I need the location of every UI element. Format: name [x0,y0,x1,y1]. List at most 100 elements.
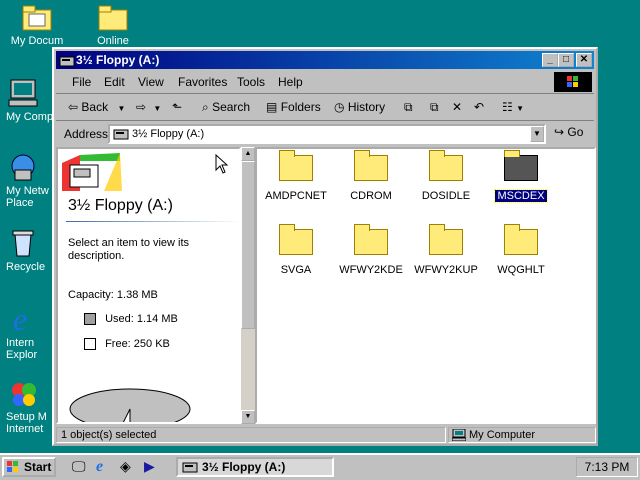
file-item[interactable]: SVGA [259,224,333,276]
views-button[interactable]: ☷ ▼ [502,97,524,117]
file-item[interactable]: WFWY2KUP [409,224,483,276]
floppy-drive-icon [113,129,129,140]
file-item-selected[interactable]: MSCDEX [484,150,558,203]
used-text: Used: 1.14 MB [105,313,178,325]
network-icon [11,154,35,181]
taskbar-button-floppy[interactable]: 3½ Floppy (A:) [176,457,334,477]
copy-to-icon: ⧉ [430,100,439,114]
used-legend: Used: 1.14 MB [84,313,178,326]
file-label: WFWY2KDE [339,264,403,276]
internet-explorer-icon: e [13,301,27,337]
address-dropdown-button[interactable]: ▼ [530,126,544,142]
folders-button[interactable]: ▤ Folders [266,97,321,117]
file-item[interactable]: WQGHLT [484,224,558,276]
start-label: Start [24,460,52,474]
views-icon: ☷ [502,100,513,114]
go-button[interactable]: ↪ Go [554,125,583,139]
move-to-button[interactable]: ⧉ [404,97,413,117]
quick-launch: 🖵 e ◈ ▶ [66,458,162,478]
file-item[interactable]: AMDPCNET [259,150,333,202]
delete-button[interactable]: ✕ [452,97,462,117]
file-item[interactable]: WFWY2KDE [334,224,408,276]
folder-icon [429,224,463,255]
file-item[interactable]: CDROM [334,150,408,202]
free-legend: Free: 250 KB [84,338,170,351]
desktop-icon-online[interactable]: Online [78,2,148,47]
clock[interactable]: 7:13 PM [585,460,630,474]
pane-heading-rule [66,221,239,222]
menu-edit[interactable]: Edit [104,75,125,89]
folder-icon [429,150,463,181]
desktop-icon-label: Setup M Internet [6,411,47,435]
scroll-down-button[interactable]: ▼ [241,410,255,424]
maximize-button[interactable]: □ [558,53,574,67]
floppy-drive-large-icon [62,153,122,191]
forward-button[interactable]: ⇨ ▼ [136,97,161,117]
desktop-icon-my-network[interactable]: My Netw Place [0,152,58,209]
undo-button[interactable]: ↶ [474,97,484,117]
file-list-pane: AMDPCNET CDROM DOSIDLE MSCDEX SVGA WFWY2… [255,147,596,424]
menu-tools[interactable]: Tools [237,75,265,89]
svg-text:e: e [13,302,27,334]
folder-icon [22,5,52,31]
desktop-icon-label: My Docum [10,35,64,47]
start-button[interactable]: Start [2,457,56,477]
search-button[interactable]: ⌕ Search [202,97,250,117]
desktop-icon-label: My Comp [6,111,54,123]
scroll-thumb[interactable] [241,161,255,329]
free-text: Free: 250 KB [105,338,170,350]
minimize-button[interactable]: _ [542,53,558,67]
desktop-icon-setup-msn[interactable]: Setup M Internet [0,378,58,435]
address-value: 3½ Floppy (A:) [132,128,205,140]
pane-description: Select an item to view its description. [68,237,190,262]
search-icon: ⌕ [202,100,209,114]
status-zone: My Computer [448,427,596,443]
left-pane-scrollbar[interactable]: ▲ ▼ [241,147,255,424]
floppy-drive-icon [59,56,75,67]
explorer-window: 3½ Floppy (A:) _ □ ✕ File Edit View Favo… [52,47,598,446]
windows-logo-icon [7,461,18,472]
folder-icon [504,224,538,255]
web-view-info-pane: 3½ Floppy (A:) Select an item to view it… [56,147,241,424]
quicklaunch-media-icon[interactable]: ▶ [144,458,155,475]
title-bar[interactable]: 3½ Floppy (A:) _ □ ✕ [56,51,594,69]
desktop-icon-my-documents[interactable]: My Docum [2,2,72,47]
file-item[interactable]: DOSIDLE [409,150,483,202]
folder-icon [354,150,388,181]
menu-favorites[interactable]: Favorites [178,75,227,89]
delete-icon: ✕ [452,100,463,114]
scroll-up-button[interactable]: ▲ [241,147,255,161]
back-button[interactable]: ⇦ Back ▼ [68,97,125,117]
file-label: MSCDEX [494,189,548,203]
status-bar: 1 object(s) selected My Computer [56,426,596,444]
menu-help[interactable]: Help [278,75,303,89]
menu-file[interactable]: File [72,75,91,89]
folder-icon [354,224,388,255]
desktop-icon-recycle[interactable]: Recycle [0,228,58,273]
address-input[interactable]: 3½ Floppy (A:) ▼ [108,124,546,144]
history-button[interactable]: ◷ History [334,97,385,117]
quicklaunch-ie-icon[interactable]: e [96,458,103,476]
used-swatch [84,313,96,326]
taskbar-button-label: 3½ Floppy (A:) [202,460,286,474]
desktop-icon-my-computer[interactable]: My Comp [0,78,58,123]
desktop-icon-internet-explorer[interactable]: e Intern Explor [0,301,58,361]
desktop-icon-label: Intern Explor [6,337,38,361]
quicklaunch-channels-icon[interactable]: ◈ [120,458,131,475]
go-arrow-icon: ↪ [554,125,565,139]
file-label: WQGHLT [497,264,545,276]
up-folder-button[interactable]: ⬑ [172,97,182,117]
undo-icon: ↶ [474,100,485,114]
system-tray: 7:13 PM [576,457,638,477]
standard-toolbar: ⇦ Back ▼ ⇨ ▼ ⬑ ⌕ Search ▤ Folders ◷ Hist… [56,94,594,121]
up-folder-icon: ⬑ [172,100,183,114]
move-to-icon: ⧉ [404,100,413,114]
folder-icon [279,224,313,255]
copy-to-button[interactable]: ⧉ [430,97,439,117]
floppy-drive-icon [182,462,198,473]
quicklaunch-desktop-icon[interactable]: 🖵 [72,458,86,475]
menu-view[interactable]: View [138,75,164,89]
close-button[interactable]: ✕ [576,53,592,67]
taskbar: Start 🖵 e ◈ ▶ 3½ Floppy (A:) 7:13 PM [0,453,640,480]
window-title: 3½ Floppy (A:) [76,53,160,67]
